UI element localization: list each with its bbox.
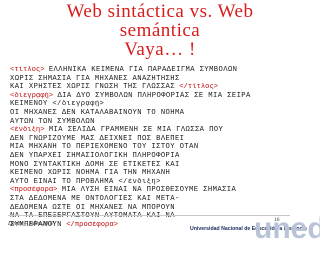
content-line: ΑΥΤΩΝ ΤΩΝ ΣΥΜΒΟΛΩΝ [10,118,310,127]
content-line: ΜΟΝΟ ΣΥΝΤΑΚΤΙΚΗ ΔΟΜΗ ΣΕ ΕΤΙΚΕΤΕΣ ΚΑΙ [10,161,310,170]
greek-text-line: ΝΑ ΤΑ ΕΠΕΞΕΡΓΑΣΤΟΥΝ ΑΥΤΟΜΑΤΑ ΚΑΙ ΝΑ [10,212,175,221]
content-line: ΜΙΑ ΜΗΧΑΝΗ ΤΟ ΠΕΡΙΕΧΟΜΕΝΟ ΤΟΥ ΙΣΤΟΥ ΟΤΑΝ [10,143,310,152]
greek-text-line: ΜΙΑ ΜΗΧΑΝΗ ΤΟ ΠΕΡΙΕΧΟΜΕΝΟ ΤΟΥ ΙΣΤΟΥ ΟΤΑΝ [10,143,199,152]
greek-text-line: ΣΤΑ ΔΕΔΟΜΕΝΑ ΜΕ ΟΝΤΟΛΟΓΙΕΣ ΚΑΙ ΜΕΤΑ- [10,194,180,203]
greek-text-line: ΔΕΝ ΓΝΩΡΙΖΟΥΜΕ ΜΑΣ ΔΕΙΧΝΕΙ ΠΩΣ ΒΛΕΠΕΙ [10,134,185,143]
greek-text-line: ΚΑΙ ΧΡΗΣΤΕΣ ΧΩΡΙΣ ΓΝΩΣΗ ΤΗΣ ΓΛΩΣΣΑΣ [10,83,175,92]
greek-text-line: ΑΥΤΩΝ ΤΩΝ ΣΥΜΒΟΛΩΝ [10,117,95,126]
open-tag-prosefora: <προσέφορα> [10,186,58,195]
footer-author-date: Denia – Julio 2007 [8,221,55,227]
content-line: ΑΥΤΟ ΕΙΝΑΙ ΤΟ ΠΡΟΒΛΗΜΑ </ένδιξη> [10,178,310,187]
greek-text-line: ΔΕΝ ΥΠΑΡΧΕΙ ΣΗΜΑΣΙΟΛΟΓΙΚΗ ΠΛΗΡΟΦΟΡΙΑ [10,151,180,160]
greek-text-line: ΕΛΛΗΝΙΚΑ ΚΕΙΜΕΝΑ ΓΙΑ ΠΑΡΑΔΕΙΓΜΑ ΣΥΜΒΟΛΩΝ [48,66,238,74]
slide-title: Web sintáctica vs. Web semántica Vaya… ! [4,2,316,60]
content-line: <διεγρα̣φή̣> ΔΙΑ ΔΥΟ ΣΥΜΒΟΛΩΝ ΠΛΗΡΟΦΟΡΙΑ… [10,92,310,101]
content-line: ΧΩΡΙΣ ΣΗΜΑΣΙΑ ΓΙΑ ΜΗΧΑΝΕΣ ΑΝΑΖΗΤΗΣΗΣ [10,75,310,84]
content-line: ΔΕΝ ΥΠΑΡΧΕΙ ΣΗΜΑΣΙΟΛΟΓΙΚΗ ΠΛΗΡΟΦΟΡΙΑ [10,152,310,161]
greek-text-line: ΚΕΙΜΕΝΟΥ </διεγρα̣φή̣> [10,100,105,109]
footer-divider [8,215,290,216]
content-line: ΔΕΝ ΓΝΩΡΙΖΟΥΜΕ ΜΑΣ ΔΕΙΧΝΕΙ ΠΩΣ ΒΛΕΠΕΙ [10,135,310,144]
greek-text-line: ΜΙΑ ΛΥΣΗ ΕΙΝΑΙ ΝΑ ΠΡΟΣΘΕΣΟΥΜΕ ΣΗΜΑΣΙΑ [61,186,237,195]
greek-text-line: ΜΟΝΟ ΣΥΝΤΑΚΤΙΚΗ ΔΟΜΗ ΣΕ ΕΤΙΚΕΤΕΣ ΚΑΙ [10,160,180,169]
greek-text-line: ΟΙ ΜΗΧΑΝΕΣ ΔΕΝ ΚΑΤΑΛΑΒΑΙΝΟΥΝ ΤΟ ΝΟΗΜΑ [10,108,185,117]
content-line: ΟΙ ΜΗΧΑΝΕΣ ΔΕΝ ΚΑΤΑΛΑΒΑΙΝΟΥΝ ΤΟ ΝΟΗΜΑ [10,109,310,118]
slide-title-line-3: Vaya… ! [124,39,196,60]
uned-logo: uned [252,200,320,240]
greek-text-line: ΔΙΑ ΔΥΟ ΣΥΜΒΟΛΩΝ ΠΛΗΡΟΦΟΡΙΑΣ ΣΕ ΜΙΑ ΣΕΙΡ… [57,91,251,100]
greek-text-line: ΔΕΔΟΜΕΝΑ ΩΣΤΕ ΟΙ ΜΗΧΑΝΕΣ ΝΑ ΜΠΟΡΟΥΝ [10,203,175,212]
close-tag-titlos: </τίτλος> [179,83,219,92]
greek-text-line: ΧΩΡΙΣ ΣΗΜΑΣΙΑ ΓΙΑ ΜΗΧΑΝΕΣ ΑΝΑΖΗΤΗΣΗΣ [10,74,180,83]
content-line: <τίτλος> ΕΛΛΗΝΙΚΑ ΚΕΙΜΕΝΑ ΓΙΑ ΠΑΡΑΔΕΙΓΜΑ… [10,66,310,75]
uned-logo-text: uned [254,212,320,240]
close-tag-prosefora: </προσέφορα> [66,220,118,229]
open-tag-diegrafi: <διεγρα̣φή̣> [10,91,54,100]
open-tag-titlos: <τίτλος> [10,66,45,74]
open-tag-endixi: <ένδιξη> [10,126,45,135]
content-line: ΚΑΙ ΧΡΗΣΤΕΣ ΧΩΡΙΣ ΓΝΩΣΗ ΤΗΣ ΓΛΩΣΣΑΣ </τί… [10,83,310,92]
content-line: ΚΕΙΜΕΝΟΥ </διεγρα̣φή̣> [10,100,310,109]
slide-title-line-2: semántica [119,20,201,41]
greek-text-line: ΑΥΤΟ ΕΙΝΑΙ ΤΟ ΠΡΟΒΛΗΜΑ </ένδιξη> [10,177,161,186]
content-line: ΚΕΙΜΕΝΟ ΧΩΡΙΣ ΝΟΗΜΑ ΓΙΑ ΤΗΝ ΜΗΧΑΝΗ [10,169,310,178]
content-line: <προσέφορα> ΜΙΑ ΛΥΣΗ ΕΙΝΑΙ ΝΑ ΠΡΟΣΘΕΣΟΥΜ… [10,186,310,195]
greek-text-line: ΜΙΑ ΣΕΛΙΔΑ ΓΡΑΜΜΕΝΗ ΣΕ ΜΙΑ ΓΛΩΣΣΑ ΠΟΥ [48,126,224,135]
greek-text-line: ΚΕΙΜΕΝΟ ΧΩΡΙΣ ΝΟΗΜΑ ΓΙΑ ΤΗΝ ΜΗΧΑΝΗ [10,169,171,178]
slide-title-line-1: Web sintáctica vs. Web [66,1,254,22]
content-line: <ένδιξη> ΜΙΑ ΣΕΛΙΔΑ ΓΡΑΜΜΕΝΗ ΣΕ ΜΙΑ ΓΛΩΣ… [10,126,310,135]
